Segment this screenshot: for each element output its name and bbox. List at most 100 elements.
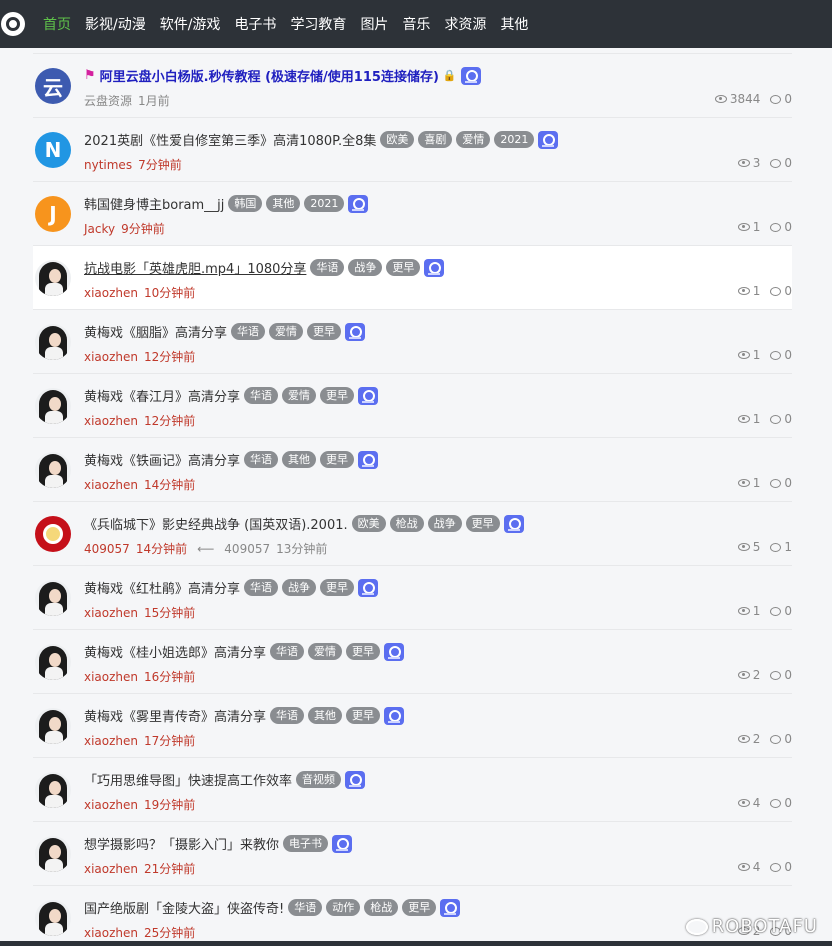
thread-title-link[interactable]: 黄梅戏《桂小姐选郎》高清分享: [84, 642, 266, 661]
user-avatar[interactable]: [35, 388, 71, 424]
thread-title-link[interactable]: 抗战电影「英雄虎胆.mp4」1080分享: [84, 258, 306, 277]
thread-tag[interactable]: 战争: [282, 579, 317, 596]
nav-item[interactable]: 图片: [360, 14, 388, 34]
thread-tag[interactable]: 华语: [288, 899, 323, 916]
user-avatar[interactable]: [35, 644, 71, 680]
thread-row[interactable]: 云 ⚑ 阿里云盘小白杨版.秒传教程 (极速存储/使用115连接储存) 🔒 云盘资源 1月前…: [33, 54, 792, 118]
thread-author-link[interactable]: xiaozhen: [84, 862, 138, 876]
thread-row[interactable]: 国产绝版剧「金陵大盗」侠盗传奇! 华语 动作 枪战 更早 xiaozhen 25分钟前 2 0: [33, 886, 792, 946]
thread-title-link[interactable]: 韩国健身博主boram__jj: [84, 194, 224, 213]
thread-title-link[interactable]: 想学摄影吗？「摄影入门」来教你: [84, 834, 279, 853]
thread-row[interactable]: 黄梅戏《春江月》高清分享 华语 爱情 更早 xiaozhen 12分钟前 1 0: [33, 374, 792, 438]
thread-title-link[interactable]: 「巧用思维导图」快速提高工作效率: [84, 770, 292, 789]
thread-author-link[interactable]: xiaozhen: [84, 606, 138, 620]
thread-title-link[interactable]: 2021英剧《性爱自修室第三季》高清1080P.全8集: [84, 130, 376, 149]
thread-row[interactable]: 黄梅戏《胭脂》高清分享 华语 爱情 更早 xiaozhen 12分钟前 1 0: [33, 310, 792, 374]
thread-row[interactable]: 《兵临城下》影史经典战争 (国英双语).2001. 欧美 枪战 战争 更早 409057 1…: [33, 502, 792, 566]
thread-tag[interactable]: 更早: [346, 707, 381, 724]
thread-tag[interactable]: 华语: [244, 579, 279, 596]
thread-tag[interactable]: 枪战: [364, 899, 399, 916]
user-avatar[interactable]: [35, 324, 71, 360]
user-avatar[interactable]: [35, 836, 71, 872]
nav-item[interactable]: 其他: [500, 14, 528, 34]
thread-tag[interactable]: 战争: [427, 515, 462, 532]
user-avatar[interactable]: [35, 260, 71, 296]
thread-tag[interactable]: 华语: [270, 707, 305, 724]
thread-tag[interactable]: 更早: [386, 259, 421, 276]
user-avatar[interactable]: [35, 516, 71, 552]
thread-row[interactable]: N 2021英剧《性爱自修室第三季》高清1080P.全8集 欧美 喜剧 爱情 2021 ny…: [33, 118, 792, 182]
nav-item[interactable]: 软件/游戏: [160, 14, 221, 34]
thread-author-link[interactable]: xiaozhen: [84, 798, 138, 812]
thread-title-link[interactable]: 黄梅戏《胭脂》高清分享: [84, 322, 227, 341]
thread-tag[interactable]: 动作: [326, 899, 361, 916]
site-logo-icon[interactable]: [1, 12, 25, 36]
thread-tag[interactable]: 华语: [231, 323, 266, 340]
thread-tag[interactable]: 华语: [244, 387, 279, 404]
thread-row[interactable]: J 韩国健身博主boram__jj 韩国 其他 2021 Jacky 9分钟前 1 0: [33, 182, 792, 246]
thread-tag[interactable]: 更早: [307, 323, 342, 340]
thread-tag[interactable]: 爱情: [269, 323, 304, 340]
thread-tag[interactable]: 战争: [348, 259, 383, 276]
nav-item[interactable]: 学习教育: [290, 14, 346, 34]
thread-tag[interactable]: 其他: [282, 451, 317, 468]
thread-row[interactable]: 想学摄影吗？「摄影入门」来教你 电子书 xiaozhen 21分钟前 4 0: [33, 822, 792, 886]
nav-item[interactable]: 首页: [43, 14, 71, 34]
thread-tag[interactable]: 更早: [402, 899, 437, 916]
thread-author-link[interactable]: 409057: [84, 542, 130, 556]
thread-tag[interactable]: 爱情: [282, 387, 317, 404]
thread-author-link[interactable]: 云盘资源: [84, 94, 132, 108]
thread-author-link[interactable]: xiaozhen: [84, 670, 138, 684]
thread-tag[interactable]: 其他: [266, 195, 301, 212]
thread-row[interactable]: 抗战电影「英雄虎胆.mp4」1080分享 华语 战争 更早 xiaozhen 10分钟前 1…: [33, 246, 792, 310]
thread-tag[interactable]: 爱情: [456, 131, 491, 148]
thread-tag[interactable]: 喜剧: [418, 131, 453, 148]
thread-title-link[interactable]: 黄梅戏《铁画记》高清分享: [84, 450, 240, 469]
thread-title-link[interactable]: 阿里云盘小白杨版.秒传教程 (极速存储/使用115连接储存): [100, 66, 439, 85]
thread-author-link[interactable]: xiaozhen: [84, 734, 138, 748]
thread-tag[interactable]: 华语: [270, 643, 305, 660]
thread-row[interactable]: 黄梅戏《铁画记》高清分享 华语 其他 更早 xiaozhen 14分钟前 1 0: [33, 438, 792, 502]
thread-author-link[interactable]: xiaozhen: [84, 926, 138, 940]
thread-tag[interactable]: 更早: [465, 515, 500, 532]
thread-author-link[interactable]: nytimes: [84, 158, 132, 172]
thread-tag[interactable]: 更早: [320, 387, 355, 404]
thread-title-link[interactable]: 国产绝版剧「金陵大盗」侠盗传奇!: [84, 898, 284, 917]
thread-author-link[interactable]: xiaozhen: [84, 478, 138, 492]
thread-tag[interactable]: 更早: [320, 451, 355, 468]
user-avatar[interactable]: [35, 708, 71, 744]
thread-row[interactable]: 「巧用思维导图」快速提高工作效率 音视频 xiaozhen 19分钟前 4 0: [33, 758, 792, 822]
thread-tag[interactable]: 华语: [310, 259, 345, 276]
thread-author-link[interactable]: Jacky: [84, 222, 115, 236]
thread-tag[interactable]: 欧美: [380, 131, 415, 148]
thread-tag[interactable]: 更早: [320, 579, 355, 596]
thread-tag[interactable]: 韩国: [228, 195, 263, 212]
thread-tag[interactable]: 电子书: [283, 835, 329, 852]
thread-tag[interactable]: 2021: [494, 131, 535, 148]
user-avatar[interactable]: [35, 580, 71, 616]
thread-title-link[interactable]: 《兵临城下》影史经典战争 (国英双语).2001.: [84, 514, 348, 533]
thread-tag[interactable]: 华语: [244, 451, 279, 468]
thread-row[interactable]: 黄梅戏《雾里青传奇》高清分享 华语 其他 更早 xiaozhen 17分钟前 2 0: [33, 694, 792, 758]
thread-tag[interactable]: 2021: [304, 195, 345, 212]
thread-tag[interactable]: 其他: [308, 707, 343, 724]
thread-tag[interactable]: 欧美: [351, 515, 386, 532]
thread-title-link[interactable]: 黄梅戏《春江月》高清分享: [84, 386, 240, 405]
user-avatar[interactable]: [35, 772, 71, 808]
thread-author-link[interactable]: xiaozhen: [84, 350, 138, 364]
user-avatar[interactable]: 云: [35, 68, 71, 104]
thread-author-link[interactable]: xiaozhen: [84, 286, 138, 300]
thread-title-link[interactable]: 黄梅戏《红杜鹃》高清分享: [84, 578, 240, 597]
nav-item[interactable]: 影视/动漫: [85, 14, 146, 34]
user-avatar[interactable]: J: [35, 196, 71, 232]
thread-author-link[interactable]: xiaozhen: [84, 414, 138, 428]
last-reply-author-link[interactable]: 409057: [224, 542, 270, 556]
nav-item[interactable]: 音乐: [402, 14, 430, 34]
user-avatar[interactable]: [35, 900, 71, 936]
thread-tag[interactable]: 更早: [346, 643, 381, 660]
user-avatar[interactable]: [35, 452, 71, 488]
thread-row[interactable]: 黄梅戏《桂小姐选郎》高清分享 华语 爱情 更早 xiaozhen 16分钟前 2 0: [33, 630, 792, 694]
thread-tag[interactable]: 爱情: [308, 643, 343, 660]
user-avatar[interactable]: N: [35, 132, 71, 168]
nav-item[interactable]: 求资源: [444, 14, 486, 34]
